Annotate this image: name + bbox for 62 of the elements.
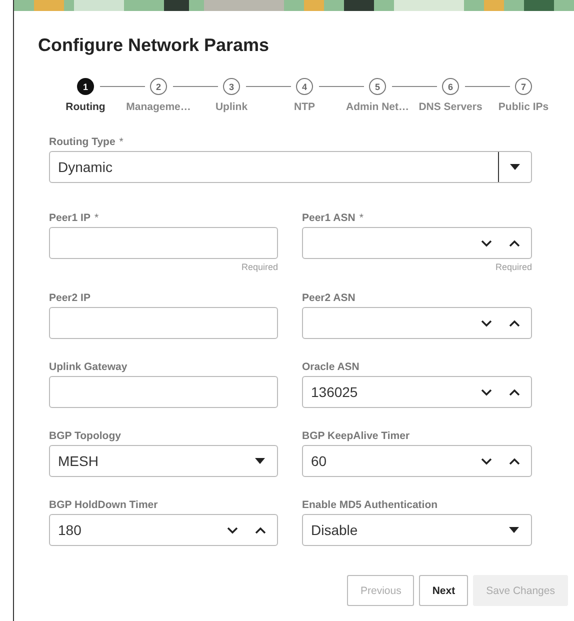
- step-number[interactable]: 2: [150, 78, 167, 95]
- step-number[interactable]: 3: [223, 78, 240, 95]
- select-field[interactable]: Disable: [302, 514, 532, 546]
- step-number[interactable]: 4: [296, 78, 313, 95]
- number-field[interactable]: [302, 307, 532, 339]
- number-field[interactable]: 60: [302, 445, 532, 477]
- required-mark: *: [94, 212, 99, 224]
- number-field[interactable]: [302, 227, 532, 259]
- caret-down-icon: [255, 458, 265, 464]
- step-label[interactable]: Public IPs: [498, 101, 549, 113]
- step-number[interactable]: 1: [77, 78, 94, 95]
- chevron-up-icon: [508, 388, 520, 396]
- chevron-down-icon: [480, 240, 492, 246]
- caret-down-icon: [510, 164, 520, 170]
- input-field[interactable]: [49, 227, 278, 259]
- field-label: BGP HoldDown Timer: [49, 499, 158, 511]
- chevron-up-icon: [254, 526, 266, 534]
- helper-text: Required: [241, 262, 278, 272]
- chevron-down-icon: [480, 320, 492, 326]
- select-field[interactable]: Dynamic: [49, 151, 532, 183]
- number-field[interactable]: 180: [49, 514, 278, 546]
- chevron-down-icon: [480, 388, 492, 396]
- step-label[interactable]: Manageme…: [126, 101, 191, 113]
- step-label[interactable]: NTP: [294, 101, 315, 113]
- step-label[interactable]: Routing: [66, 101, 106, 113]
- required-mark: *: [119, 136, 124, 148]
- caret-down-icon: [509, 527, 519, 533]
- field-label: Peer1 IP: [49, 212, 90, 224]
- chevron-up-icon: [508, 458, 520, 464]
- number-field[interactable]: 136025: [302, 376, 532, 408]
- field-value: Dynamic: [58, 159, 114, 175]
- step-number[interactable]: 5: [369, 78, 386, 95]
- field-value: Disable: [311, 522, 359, 538]
- field-label: BGP Topology: [49, 430, 121, 442]
- field-label: Peer2 ASN: [302, 292, 356, 304]
- step-label[interactable]: Uplink: [215, 101, 248, 113]
- chevron-up-icon: [508, 320, 520, 326]
- field-value: 180: [58, 522, 82, 538]
- chevron-down-icon: [226, 526, 238, 534]
- input-field[interactable]: [49, 307, 278, 339]
- field-label: Enable MD5 Authentication: [302, 499, 438, 511]
- dialog-title: Configure Network Params: [38, 35, 270, 56]
- input-field[interactable]: [49, 376, 278, 408]
- select-field[interactable]: MESH: [49, 445, 278, 477]
- step-number[interactable]: 6: [442, 78, 459, 95]
- action-button[interactable]: Next: [419, 575, 468, 606]
- field-value: MESH: [58, 453, 100, 469]
- step-label[interactable]: DNS Servers: [418, 101, 482, 113]
- field-label: Oracle ASN: [302, 361, 360, 373]
- field-label: Peer2 IP: [49, 292, 90, 304]
- field-label: Peer1 ASN: [302, 212, 356, 224]
- required-mark: *: [359, 212, 364, 224]
- field-label: Routing Type: [49, 136, 116, 148]
- helper-text: Required: [495, 262, 532, 272]
- field-label: Uplink Gateway: [49, 361, 128, 373]
- chevron-down-icon: [480, 458, 492, 464]
- step-label[interactable]: Admin Net…: [346, 101, 409, 113]
- step-number[interactable]: 7: [515, 78, 532, 95]
- field-label: BGP KeepAlive Timer: [302, 430, 410, 442]
- field-value: 60: [311, 453, 328, 469]
- field-value: 136025: [311, 384, 359, 400]
- chevron-up-icon: [508, 240, 520, 246]
